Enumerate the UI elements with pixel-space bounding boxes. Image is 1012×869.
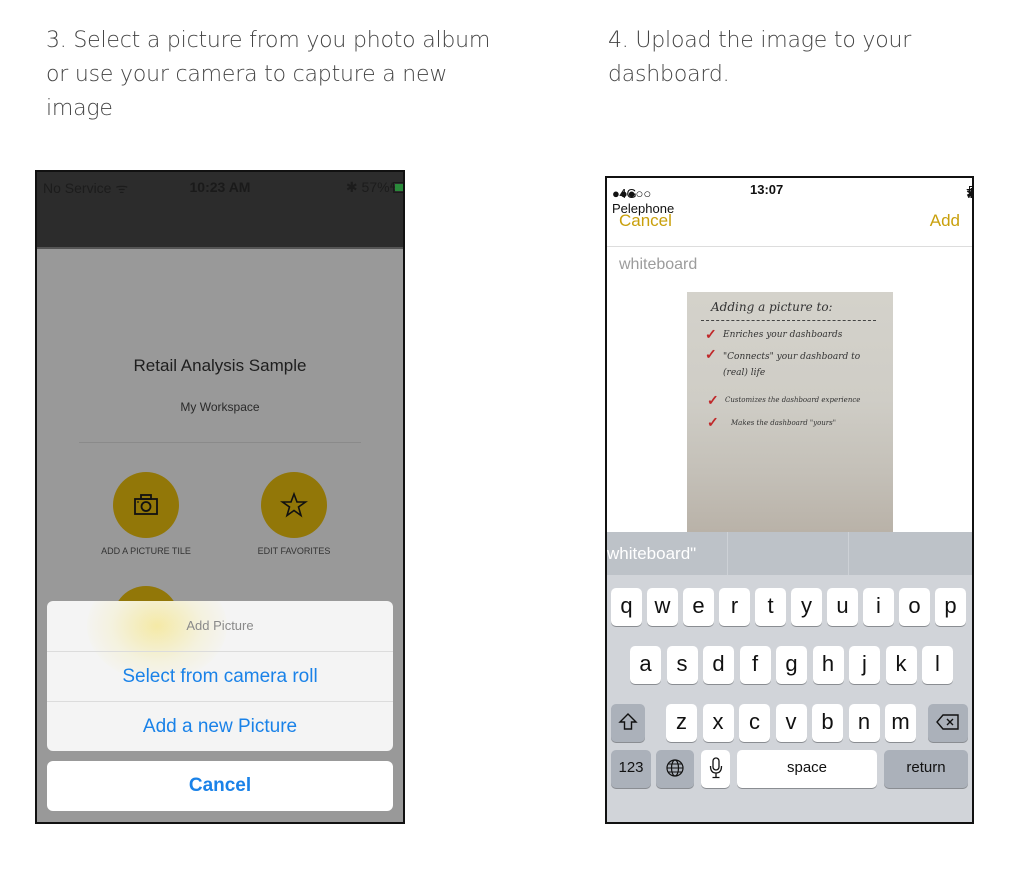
key-y[interactable]: y	[791, 588, 822, 626]
key-n[interactable]: n	[848, 704, 880, 742]
camera-icon	[134, 494, 158, 515]
key-h[interactable]: h	[812, 646, 844, 684]
whiteboard-line: Customizes the dashboard experience	[725, 396, 861, 404]
divider	[607, 246, 972, 247]
key-x[interactable]: x	[702, 704, 734, 742]
battery-indicator: ✱ 57% ϟ	[345, 179, 403, 196]
battery-icon	[969, 186, 972, 196]
return-key[interactable]: return	[884, 750, 968, 788]
key-p[interactable]: p	[935, 588, 966, 626]
key-t[interactable]: t	[755, 588, 786, 626]
edit-favorites-button[interactable]	[261, 472, 327, 538]
add-button[interactable]: Add	[930, 211, 960, 231]
add-new-picture-button[interactable]: Add a new Picture	[47, 702, 393, 751]
select-from-camera-roll-button[interactable]: Select from camera roll	[47, 652, 393, 702]
key-j[interactable]: j	[849, 646, 880, 684]
status-bar: No Service ᯤ 10:23 AM ✱ 57% ϟ	[37, 176, 403, 198]
key-k[interactable]: k	[885, 646, 917, 684]
shift-key[interactable]	[611, 704, 645, 742]
key-o[interactable]: o	[899, 588, 930, 626]
whiteboard-line: Makes the dashboard "yours"	[731, 419, 836, 427]
key-d[interactable]: d	[703, 646, 734, 684]
dictation-key[interactable]	[701, 750, 730, 788]
shift-icon	[618, 713, 638, 730]
bluetooth-icon: ✱	[345, 179, 358, 195]
carrier-label: ●●●○○ Pelephone 4G	[612, 186, 675, 216]
delete-key[interactable]	[928, 704, 968, 742]
add-picture-tile-label: ADD A PICTURE TILE	[101, 546, 191, 556]
key-u[interactable]: u	[827, 588, 858, 626]
action-sheet-cancel-button[interactable]: Cancel	[47, 761, 393, 811]
key-i[interactable]: i	[863, 588, 894, 626]
step-3-title: 3. Select a picture from you photo album…	[46, 28, 491, 121]
microphone-icon	[709, 757, 722, 779]
predictive-bar: whiteboard"	[607, 532, 972, 575]
cancel-button[interactable]: Cancel	[619, 211, 672, 231]
action-sheet: Add Picture Select from camera roll Add …	[47, 601, 393, 751]
check-icon: ✓	[705, 326, 717, 342]
add-picture-tile-button[interactable]	[113, 472, 179, 538]
app-header: No Service ᯤ 10:23 AM ✱ 57% ϟ	[37, 172, 403, 249]
whiteboard-line: Enriches your dashboards	[723, 330, 843, 340]
key-r[interactable]: r	[719, 588, 750, 626]
key-f[interactable]: f	[739, 646, 771, 684]
key-a[interactable]: a	[630, 646, 661, 684]
prediction-suggestion[interactable]: whiteboard"	[607, 532, 728, 575]
key-b[interactable]: b	[812, 704, 843, 742]
whiteboard-line: "Connects" your dashboard to (real) life	[723, 352, 861, 378]
whiteboard-photo: Adding a picture to: ✓ Enriches your das…	[687, 292, 893, 532]
prediction-suggestion[interactable]	[728, 532, 849, 575]
divider	[79, 442, 361, 443]
workspace-label: My Workspace	[180, 400, 260, 414]
check-icon: ✓	[707, 392, 719, 408]
key-g[interactable]: g	[776, 646, 807, 684]
phone-screenshot-upload: ●●●○○ Pelephone 4G 13:07 ➚ ✱ 76% Cancel …	[605, 176, 974, 824]
numbers-key[interactable]: 123	[611, 750, 651, 788]
action-sheet-title: Add Picture	[47, 601, 393, 652]
edit-favorites-label: EDIT FAVORITES	[257, 546, 331, 556]
title-input[interactable]: whiteboard	[619, 256, 697, 274]
key-v[interactable]: v	[775, 704, 807, 742]
globe-icon	[666, 759, 684, 777]
key-m[interactable]: m	[885, 704, 916, 742]
battery-icon	[392, 182, 403, 193]
phone-screenshot-add-picture: No Service ᯤ 10:23 AM ✱ 57% ϟ Retail Anal…	[35, 170, 405, 824]
status-time: 13:07	[750, 182, 784, 197]
key-c[interactable]: c	[739, 704, 770, 742]
backspace-icon	[936, 714, 959, 730]
globe-key[interactable]	[656, 750, 694, 788]
key-s[interactable]: s	[666, 646, 698, 684]
step-4-title: 4. Upload the image to your dashboard.	[608, 28, 912, 87]
network-type: 4G	[619, 186, 637, 201]
whiteboard-heading: Adding a picture to:	[711, 300, 833, 314]
keyboard: whiteboard" qwertyuiop asdfghjkl zxcvbnm…	[607, 532, 972, 822]
star-icon	[280, 491, 308, 518]
space-key[interactable]: space	[737, 750, 877, 788]
dashboard-title: Retail Analysis Sample	[133, 356, 307, 375]
check-icon: ✓	[705, 346, 717, 362]
key-e[interactable]: e	[683, 588, 714, 626]
check-icon: ✓	[707, 414, 719, 430]
key-l[interactable]: l	[922, 646, 953, 684]
key-z[interactable]: z	[666, 704, 697, 742]
status-bar: ●●●○○ Pelephone 4G 13:07 ➚ ✱ 76%	[607, 178, 972, 216]
key-q[interactable]: q	[611, 588, 642, 626]
key-w[interactable]: w	[647, 588, 678, 626]
prediction-suggestion[interactable]	[849, 532, 972, 575]
